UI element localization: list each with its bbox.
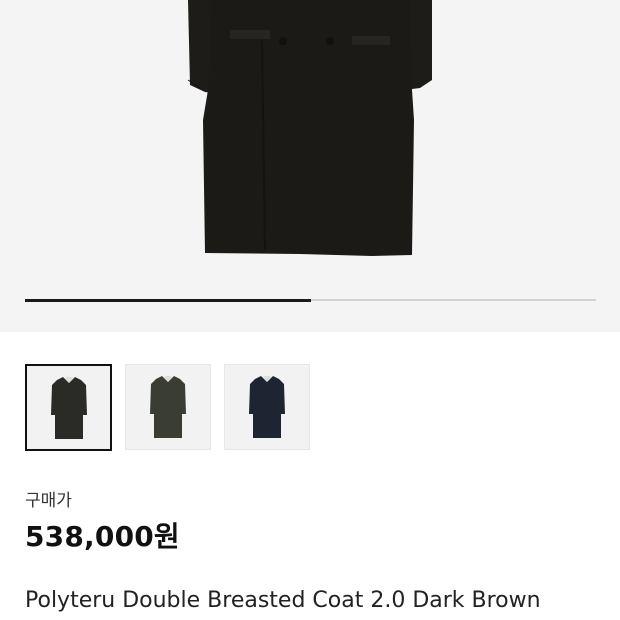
product-image-gallery[interactable] bbox=[0, 0, 620, 332]
product-main-image bbox=[187, 0, 432, 256]
coat-thumbnail-image bbox=[50, 376, 87, 439]
thumb-coat-olive[interactable] bbox=[125, 364, 211, 450]
thumb-coat-navy[interactable] bbox=[224, 364, 310, 450]
gallery-progress-fill bbox=[25, 298, 311, 302]
coat-thumbnail-image bbox=[150, 376, 186, 438]
price-label: 구매가 bbox=[25, 491, 72, 511]
thumb-coat-dark-brown[interactable] bbox=[25, 364, 112, 451]
coat-thumbnail-image bbox=[249, 376, 285, 438]
gallery-progress-track[interactable] bbox=[25, 298, 596, 302]
price-value: 538,000원 bbox=[25, 520, 180, 553]
thumbnail-list bbox=[25, 364, 310, 451]
product-title: Polyteru Double Breasted Coat 2.0 Dark B… bbox=[25, 588, 541, 613]
